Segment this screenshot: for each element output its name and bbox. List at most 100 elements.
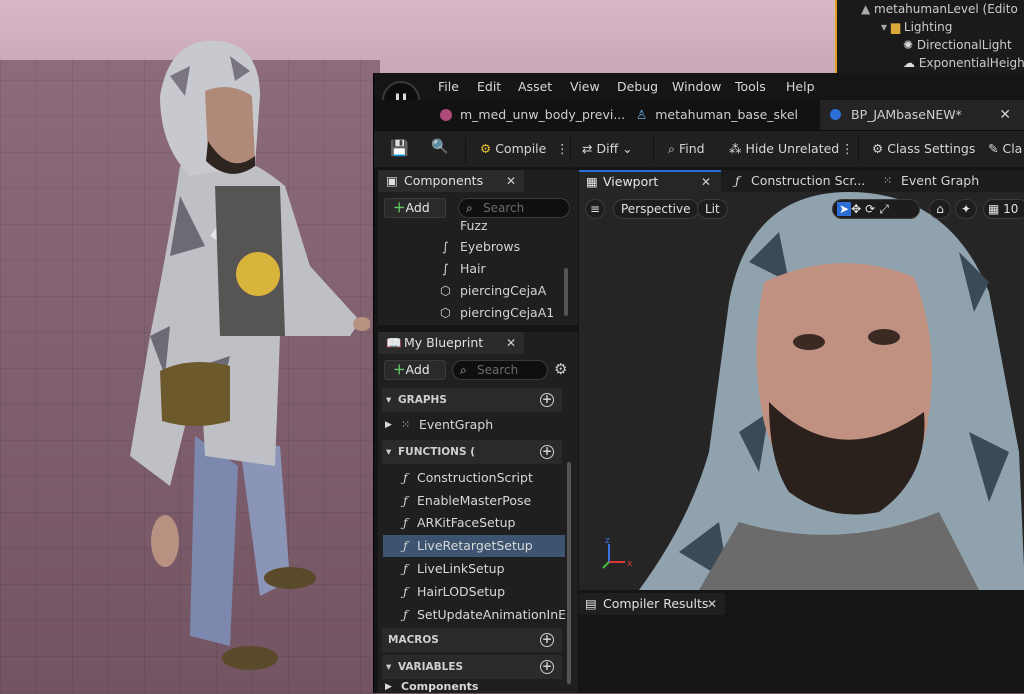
class-defaults-button[interactable]: ✎ Cla	[988, 141, 1022, 156]
menu-file[interactable]: File	[438, 79, 459, 94]
perspective-button[interactable]: Perspective	[613, 199, 699, 219]
function-item[interactable]: ƒ SetUpdateAnimationInEdito	[383, 604, 565, 626]
compiler-results-panel: ▤ Compiler Results ✕	[579, 593, 1024, 693]
outliner-row-height-fog[interactable]: ☁ ExponentialHeightFo	[837, 54, 1024, 72]
section-macros[interactable]: MACROS +	[382, 628, 562, 652]
viewport-menu-button[interactable]: ≡	[585, 199, 605, 219]
my-blueprint-scrollbar[interactable]	[567, 462, 571, 684]
compiler-tab-label: Compiler Results	[603, 596, 709, 611]
close-tab-icon[interactable]: ✕	[701, 172, 711, 192]
tab-my-blueprint[interactable]: 📖 My Blueprint ✕	[378, 332, 524, 354]
select-tool-icon[interactable]: ➤	[837, 202, 852, 216]
tab-components[interactable]: ▣ Components ✕	[378, 170, 524, 192]
tab-blueprint-active[interactable]: BP_JAMbaseNEW* ✕	[820, 100, 1024, 130]
outliner-row-label: ExponentialHeightFo	[918, 56, 1024, 70]
save-icon[interactable]: 💾	[390, 139, 409, 157]
component-fuzz[interactable]: Fuzz	[378, 221, 558, 237]
function-label: ConstructionScript	[417, 470, 533, 485]
outliner-row-level[interactable]: ▲ metahumanLevel (Edito	[837, 0, 1024, 18]
components-panel: ▣ Components ✕ ＋Add ⌕ Search Fuzz ∫ Eyebro…	[378, 170, 578, 325]
add-macro-icon[interactable]: +	[540, 633, 554, 647]
browse-icon[interactable]: 🔍	[431, 139, 448, 155]
menu-view[interactable]: View	[570, 79, 600, 94]
menu-edit[interactable]: Edit	[477, 79, 501, 94]
tab-event-graph[interactable]: ⁙ Event Graph	[879, 170, 999, 192]
class-settings-label: Class Settings	[887, 141, 976, 156]
section-functions[interactable]: ▾ FUNCTIONS (+	[382, 440, 562, 464]
function-item[interactable]: ƒ HairLODSetup	[383, 581, 565, 603]
components-search-input[interactable]: ⌕ Search	[458, 198, 570, 218]
component-label: Eyebrows	[460, 239, 521, 254]
diff-label: Diff	[596, 141, 619, 156]
function-item[interactable]: ƒ EnableMasterPose	[383, 490, 565, 512]
blueprint-toolbar: 💾 🔍 ⚙ Compile ⋮ ⇄ Diff ⌄ ⌕ Find ⁂ Hide U…	[374, 130, 1024, 167]
tab-construction-script[interactable]: ƒ Construction Scr...	[729, 170, 869, 192]
rotate-tool-icon[interactable]: ⟳	[865, 202, 879, 216]
menu-debug[interactable]: Debug	[617, 79, 658, 94]
lit-button[interactable]: Lit	[697, 199, 728, 219]
coordinate-space-button[interactable]: ⌂	[929, 199, 951, 219]
search-icon: ⌕	[460, 363, 467, 377]
function-icon: ƒ	[403, 515, 408, 530]
add-member-button[interactable]: ＋Add	[384, 360, 446, 380]
section-variables[interactable]: ▾ VARIABLES +	[382, 655, 562, 679]
surface-snap-button[interactable]: ✦	[955, 199, 977, 219]
component-hair[interactable]: ∫ Hair	[378, 258, 558, 280]
add-function-icon[interactable]: +	[540, 445, 554, 459]
add-component-button[interactable]: ＋Add	[384, 198, 446, 218]
function-item[interactable]: ƒ LiveLinkSetup	[383, 558, 565, 580]
my-blueprint-panel: 📖 My Blueprint ✕ ＋Add ⌕ Search ⚙ ▾ GRAPHS +…	[378, 332, 578, 693]
component-piercing-a1[interactable]: ⬡ piercingCejaA1	[378, 302, 558, 324]
menu-help[interactable]: Help	[786, 79, 815, 94]
add-graph-icon[interactable]: +	[540, 393, 554, 407]
hide-unrelated-button[interactable]: ⁂ Hide Unrelated	[729, 141, 839, 156]
scale-tool-icon[interactable]: ⤢	[879, 202, 893, 216]
grid-snap-button[interactable]: ▦ 10	[983, 199, 1024, 219]
find-button[interactable]: ⌕ Find	[668, 141, 705, 157]
tab-material-preview[interactable]: m_med_unw_body_previ...	[440, 100, 625, 130]
compile-options-icon[interactable]: ⋮	[556, 141, 569, 156]
close-panel-icon[interactable]: ✕	[707, 593, 717, 615]
menu-asset[interactable]: Asset	[518, 79, 552, 94]
class-settings-button[interactable]: ⚙ Class Settings	[872, 141, 975, 156]
compile-button[interactable]: ⚙ Compile	[480, 141, 546, 156]
expand-arrow-icon: ▶	[385, 420, 392, 430]
tab-label: BP_JAMbaseNEW*	[851, 107, 962, 122]
variables-components-category[interactable]: ▶ Components	[383, 680, 565, 694]
close-tab-icon[interactable]: ✕	[999, 100, 1011, 130]
function-item-selected[interactable]: ƒ LiveRetargetSetup	[383, 535, 565, 557]
chevron-down-icon: ⌄	[622, 141, 633, 156]
menu-window[interactable]: Window	[672, 79, 721, 94]
menu-tools[interactable]: Tools	[735, 79, 766, 94]
toolbar-separator	[858, 137, 859, 163]
tab-skeleton[interactable]: ♙ metahuman_base_skel	[636, 100, 806, 130]
function-item[interactable]: ƒ ConstructionScript	[383, 467, 565, 489]
close-panel-icon[interactable]: ✕	[506, 332, 516, 354]
close-panel-icon[interactable]: ✕	[506, 170, 516, 192]
outliner-row-directional-light[interactable]: ✺ DirectionalLight	[837, 36, 1024, 54]
event-graph-item[interactable]: ▶ ⁙ EventGraph	[383, 414, 565, 436]
hide-unrelated-options-icon[interactable]: ⋮	[841, 141, 854, 156]
add-variable-icon[interactable]: +	[540, 660, 554, 674]
function-item[interactable]: ƒ ARKitFaceSetup	[383, 512, 565, 534]
component-eyebrows[interactable]: ∫ Eyebrows	[378, 236, 558, 258]
component-piercing-a[interactable]: ⬡ piercingCejaA	[378, 280, 558, 302]
editor-tab-bar: ▦ Viewport ✕ ƒ Construction Scr... ⁙ Event …	[579, 170, 1024, 192]
collapse-arrow-icon: ▾	[386, 394, 392, 406]
blueprint-viewport[interactable]: ≡ Perspective Lit ➤ ✥⟳⤢ ⌂ ✦ ▦ 10 x z	[579, 192, 1024, 590]
diff-button[interactable]: ⇄ Diff ⌄	[582, 141, 633, 156]
section-graphs[interactable]: ▾ GRAPHS +	[382, 388, 562, 412]
settings-gear-icon[interactable]: ⚙	[554, 360, 567, 378]
components-scrollbar[interactable]	[564, 268, 568, 316]
tab-viewport[interactable]: ▦ Viewport ✕	[579, 170, 721, 192]
toolbar-separator	[465, 137, 466, 163]
outliner-row-lighting[interactable]: ▾ ▆ Lighting	[837, 18, 1024, 36]
function-label: LiveLinkSetup	[417, 561, 505, 576]
my-blueprint-search-input[interactable]: ⌕ Search	[452, 360, 548, 380]
metahuman-character-preview	[130, 40, 370, 670]
section-label: GRAPHS	[398, 394, 447, 406]
tab-label: metahuman_base_skel	[655, 107, 799, 122]
move-tool-icon[interactable]: ✥	[851, 202, 865, 216]
tab-compiler-results[interactable]: ▤ Compiler Results ✕	[579, 593, 725, 615]
grid-icon: ▦	[988, 202, 1000, 216]
